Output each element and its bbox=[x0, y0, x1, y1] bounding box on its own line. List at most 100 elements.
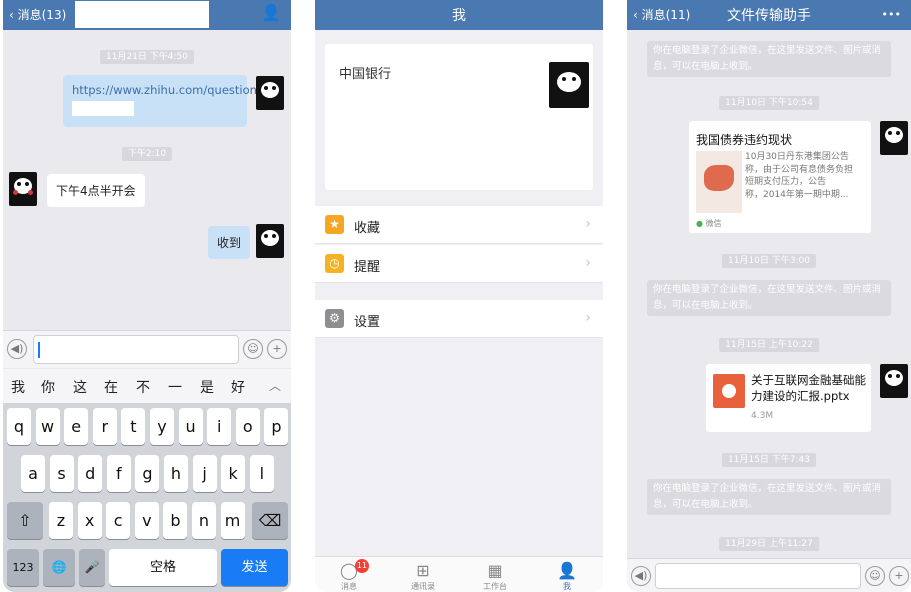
avatar-cheek bbox=[13, 190, 18, 195]
candidate[interactable]: 一 bbox=[168, 377, 182, 397]
chevron-right-icon: › bbox=[585, 216, 591, 232]
key-t[interactable]: t bbox=[121, 408, 146, 445]
shift-key[interactable]: ⇧ bbox=[7, 502, 43, 539]
key-v[interactable]: v bbox=[134, 502, 159, 539]
source-label: 微信 bbox=[705, 219, 722, 228]
numbers-key[interactable]: 123 bbox=[7, 549, 39, 586]
menu-item-settings[interactable]: ⚙ 设置 › bbox=[315, 300, 603, 338]
key-b[interactable]: b bbox=[163, 502, 188, 539]
person-icon[interactable]: 👤 bbox=[261, 3, 281, 22]
key-u[interactable]: u bbox=[178, 408, 203, 445]
file-size: 4.3M bbox=[751, 411, 774, 421]
system-message: 你在电脑登录了企业微信，在这里发送文件、图片或消息，可以在电脑上收到。 bbox=[647, 479, 891, 515]
redacted-title bbox=[75, 1, 209, 28]
article-card[interactable]: 我国债券违约现状 10月30日丹东港集团公告称，由于公司有息债务负担 短期支付压… bbox=[689, 121, 871, 233]
key-f[interactable]: f bbox=[106, 455, 131, 492]
tab-messages[interactable]: ◯ 消息 11 bbox=[329, 559, 369, 592]
key-w[interactable]: w bbox=[35, 408, 60, 445]
plus-icon[interactable]: + bbox=[267, 339, 287, 359]
emoji-icon[interactable]: ☺ bbox=[243, 339, 263, 359]
clock-icon: ◷ bbox=[325, 254, 344, 273]
candidate[interactable]: 你 bbox=[41, 377, 55, 397]
candidate[interactable]: 是 bbox=[200, 377, 214, 397]
message-bubble[interactable]: 下午4点半开会 bbox=[47, 174, 145, 207]
key-h[interactable]: h bbox=[164, 455, 188, 492]
my-avatar[interactable] bbox=[880, 121, 908, 155]
file-name: 关于互联网金融基础能力建设的汇报.pptx bbox=[751, 373, 866, 403]
timestamp: 11月29日 上午11:27 bbox=[719, 537, 819, 551]
tab-label: 我 bbox=[563, 582, 571, 591]
tab-me[interactable]: 👤 我 bbox=[547, 561, 587, 592]
key-o[interactable]: o bbox=[235, 408, 260, 445]
key-r[interactable]: r bbox=[92, 408, 117, 445]
tab-workbench[interactable]: ▦ 工作台 bbox=[475, 561, 515, 592]
chevron-up-icon[interactable]: ︿ bbox=[269, 377, 281, 394]
chat-screen: ‹ 消息(13) 👤 11月21日 下午4:50 https://www.zhi… bbox=[3, 0, 291, 592]
candidate[interactable]: 这 bbox=[73, 377, 87, 397]
voice-icon[interactable]: ◀) bbox=[631, 566, 651, 586]
message-bubble-link[interactable]: https://www.zhihu.com/question/ bbox=[63, 75, 261, 127]
org-chart-icon: ⊞ bbox=[416, 561, 430, 580]
key-y[interactable]: y bbox=[150, 408, 174, 445]
send-key[interactable]: 发送 bbox=[221, 549, 288, 586]
key-a[interactable]: a bbox=[21, 455, 45, 492]
delete-key[interactable]: ⌫ bbox=[252, 502, 288, 539]
menu-item-reminders[interactable]: ◷ 提醒 › bbox=[315, 245, 603, 283]
article-title: 我国债券违约现状 bbox=[696, 133, 793, 147]
key-z[interactable]: z bbox=[49, 502, 73, 539]
tab-bar: ◯ 消息 11 ⊞ 通讯录 ▦ 工作台 👤 我 bbox=[315, 556, 603, 592]
menu-label: 提醒 bbox=[354, 260, 381, 275]
keyboard: 我 你 这 在 不 一 是 好 ︿ qwertyuiop asdfghjkl z… bbox=[3, 369, 291, 592]
avatar-face bbox=[261, 230, 279, 246]
key-d[interactable]: d bbox=[78, 455, 103, 492]
key-g[interactable]: g bbox=[135, 455, 160, 492]
company-card[interactable]: 中国银行 bbox=[325, 44, 593, 190]
input-bar: ◀) ☺ + bbox=[3, 330, 291, 368]
emoji-icon[interactable]: ☺ bbox=[865, 566, 885, 586]
contact-avatar[interactable] bbox=[9, 172, 37, 206]
tab-contacts[interactable]: ⊞ 通讯录 bbox=[403, 561, 443, 592]
candidate[interactable]: 好 bbox=[231, 377, 245, 397]
key-j[interactable]: j bbox=[192, 455, 217, 492]
message-bubble[interactable]: 收到 bbox=[208, 226, 251, 259]
message-input[interactable] bbox=[33, 335, 239, 364]
file-card[interactable]: 关于互联网金融基础能力建设的汇报.pptx 4.3M bbox=[706, 364, 871, 432]
message-link[interactable]: https://www.zhihu.com/question/ bbox=[72, 83, 261, 97]
chevron-right-icon: › bbox=[585, 255, 591, 271]
space-key[interactable]: 空格 bbox=[109, 549, 217, 586]
candidate[interactable]: 在 bbox=[104, 377, 118, 397]
my-avatar[interactable] bbox=[880, 364, 908, 398]
key-p[interactable]: p bbox=[264, 408, 289, 445]
key-x[interactable]: x bbox=[77, 502, 102, 539]
wechat-icon: ● bbox=[696, 219, 703, 228]
avatar-eye bbox=[264, 234, 268, 238]
my-avatar[interactable] bbox=[256, 76, 284, 110]
key-i[interactable]: i bbox=[207, 408, 232, 445]
candidate[interactable]: 不 bbox=[136, 377, 150, 397]
key-q[interactable]: q bbox=[7, 408, 31, 445]
plus-icon[interactable]: + bbox=[889, 566, 909, 586]
timestamp: 11月21日 下午4:50 bbox=[100, 50, 194, 64]
message-input[interactable] bbox=[655, 563, 861, 589]
avatar-face bbox=[885, 370, 903, 386]
avatar-eye bbox=[888, 131, 892, 135]
star-icon: ★ bbox=[325, 215, 344, 234]
input-bar: ◀) ☺ + bbox=[627, 558, 911, 592]
back-button[interactable]: ‹ 消息(13) bbox=[9, 6, 66, 23]
globe-key[interactable]: 🌐 bbox=[43, 549, 75, 586]
tab-label: 消息 bbox=[341, 582, 357, 591]
candidate[interactable]: 我 bbox=[11, 377, 25, 397]
key-m[interactable]: m bbox=[220, 502, 245, 539]
key-l[interactable]: l bbox=[249, 455, 274, 492]
key-e[interactable]: e bbox=[64, 408, 89, 445]
voice-icon[interactable]: ◀) bbox=[7, 339, 27, 359]
mic-key[interactable]: 🎤 bbox=[79, 549, 105, 586]
my-avatar[interactable] bbox=[256, 224, 284, 258]
key-c[interactable]: c bbox=[106, 502, 131, 539]
key-s[interactable]: s bbox=[49, 455, 74, 492]
profile-avatar[interactable] bbox=[549, 62, 589, 108]
key-k[interactable]: k bbox=[221, 455, 246, 492]
more-icon[interactable]: ••• bbox=[882, 8, 901, 21]
menu-item-favorites[interactable]: ★ 收藏 › bbox=[315, 206, 603, 244]
key-n[interactable]: n bbox=[192, 502, 216, 539]
